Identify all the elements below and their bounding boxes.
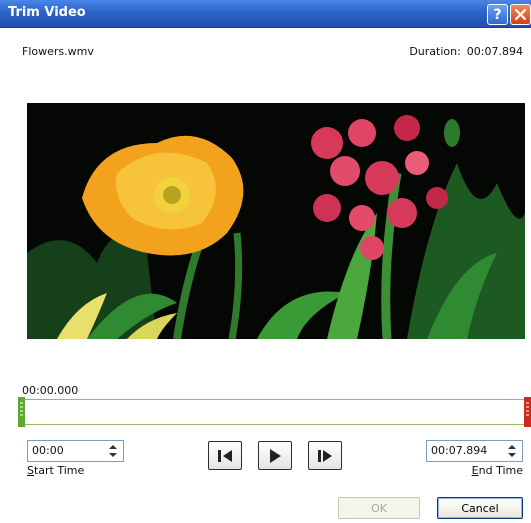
- play-icon: [270, 448, 281, 463]
- next-frame-icon: [318, 449, 332, 462]
- end-time-value: 00:07.894: [431, 444, 488, 457]
- trim-video-dialog: Trim Video ? Flowers.wmv Duration: 00:07.…: [0, 0, 531, 523]
- start-trim-handle[interactable]: [18, 397, 25, 427]
- start-time-input[interactable]: 00:00: [27, 440, 124, 462]
- trim-timeline[interactable]: [20, 399, 531, 425]
- spinner-arrows-icon[interactable]: [106, 443, 120, 459]
- ok-button[interactable]: OK: [338, 497, 420, 519]
- video-preview: [27, 103, 525, 339]
- file-name: Flowers.wmv: [22, 45, 94, 58]
- cancel-label: Cancel: [461, 501, 499, 515]
- start-time-value: 00:00: [32, 444, 64, 457]
- ok-label: OK: [371, 501, 387, 515]
- cancel-button[interactable]: Cancel: [437, 497, 523, 519]
- close-button[interactable]: [510, 4, 531, 25]
- duration-readout: Duration: 00:07.894: [409, 45, 523, 58]
- play-button[interactable]: [258, 441, 292, 470]
- help-button[interactable]: ?: [487, 4, 508, 25]
- next-frame-button[interactable]: [308, 441, 342, 470]
- duration-label: Duration:: [409, 45, 461, 58]
- video-preview-image: [27, 103, 525, 339]
- close-icon: [515, 9, 526, 20]
- previous-frame-button[interactable]: [208, 441, 242, 470]
- help-icon: ?: [493, 6, 502, 23]
- duration-value: 00:07.894: [466, 45, 523, 58]
- end-time-label: End Time: [471, 464, 523, 477]
- spinner-arrows-icon[interactable]: [505, 443, 519, 459]
- current-position: 00:00.000: [22, 384, 79, 397]
- previous-frame-icon: [218, 449, 232, 462]
- window-title: Trim Video: [8, 5, 86, 20]
- title-bar[interactable]: Trim Video ?: [0, 0, 531, 28]
- end-time-input[interactable]: 00:07.894: [426, 440, 523, 462]
- start-time-label: Start Time: [27, 464, 85, 477]
- end-trim-handle[interactable]: [524, 397, 531, 427]
